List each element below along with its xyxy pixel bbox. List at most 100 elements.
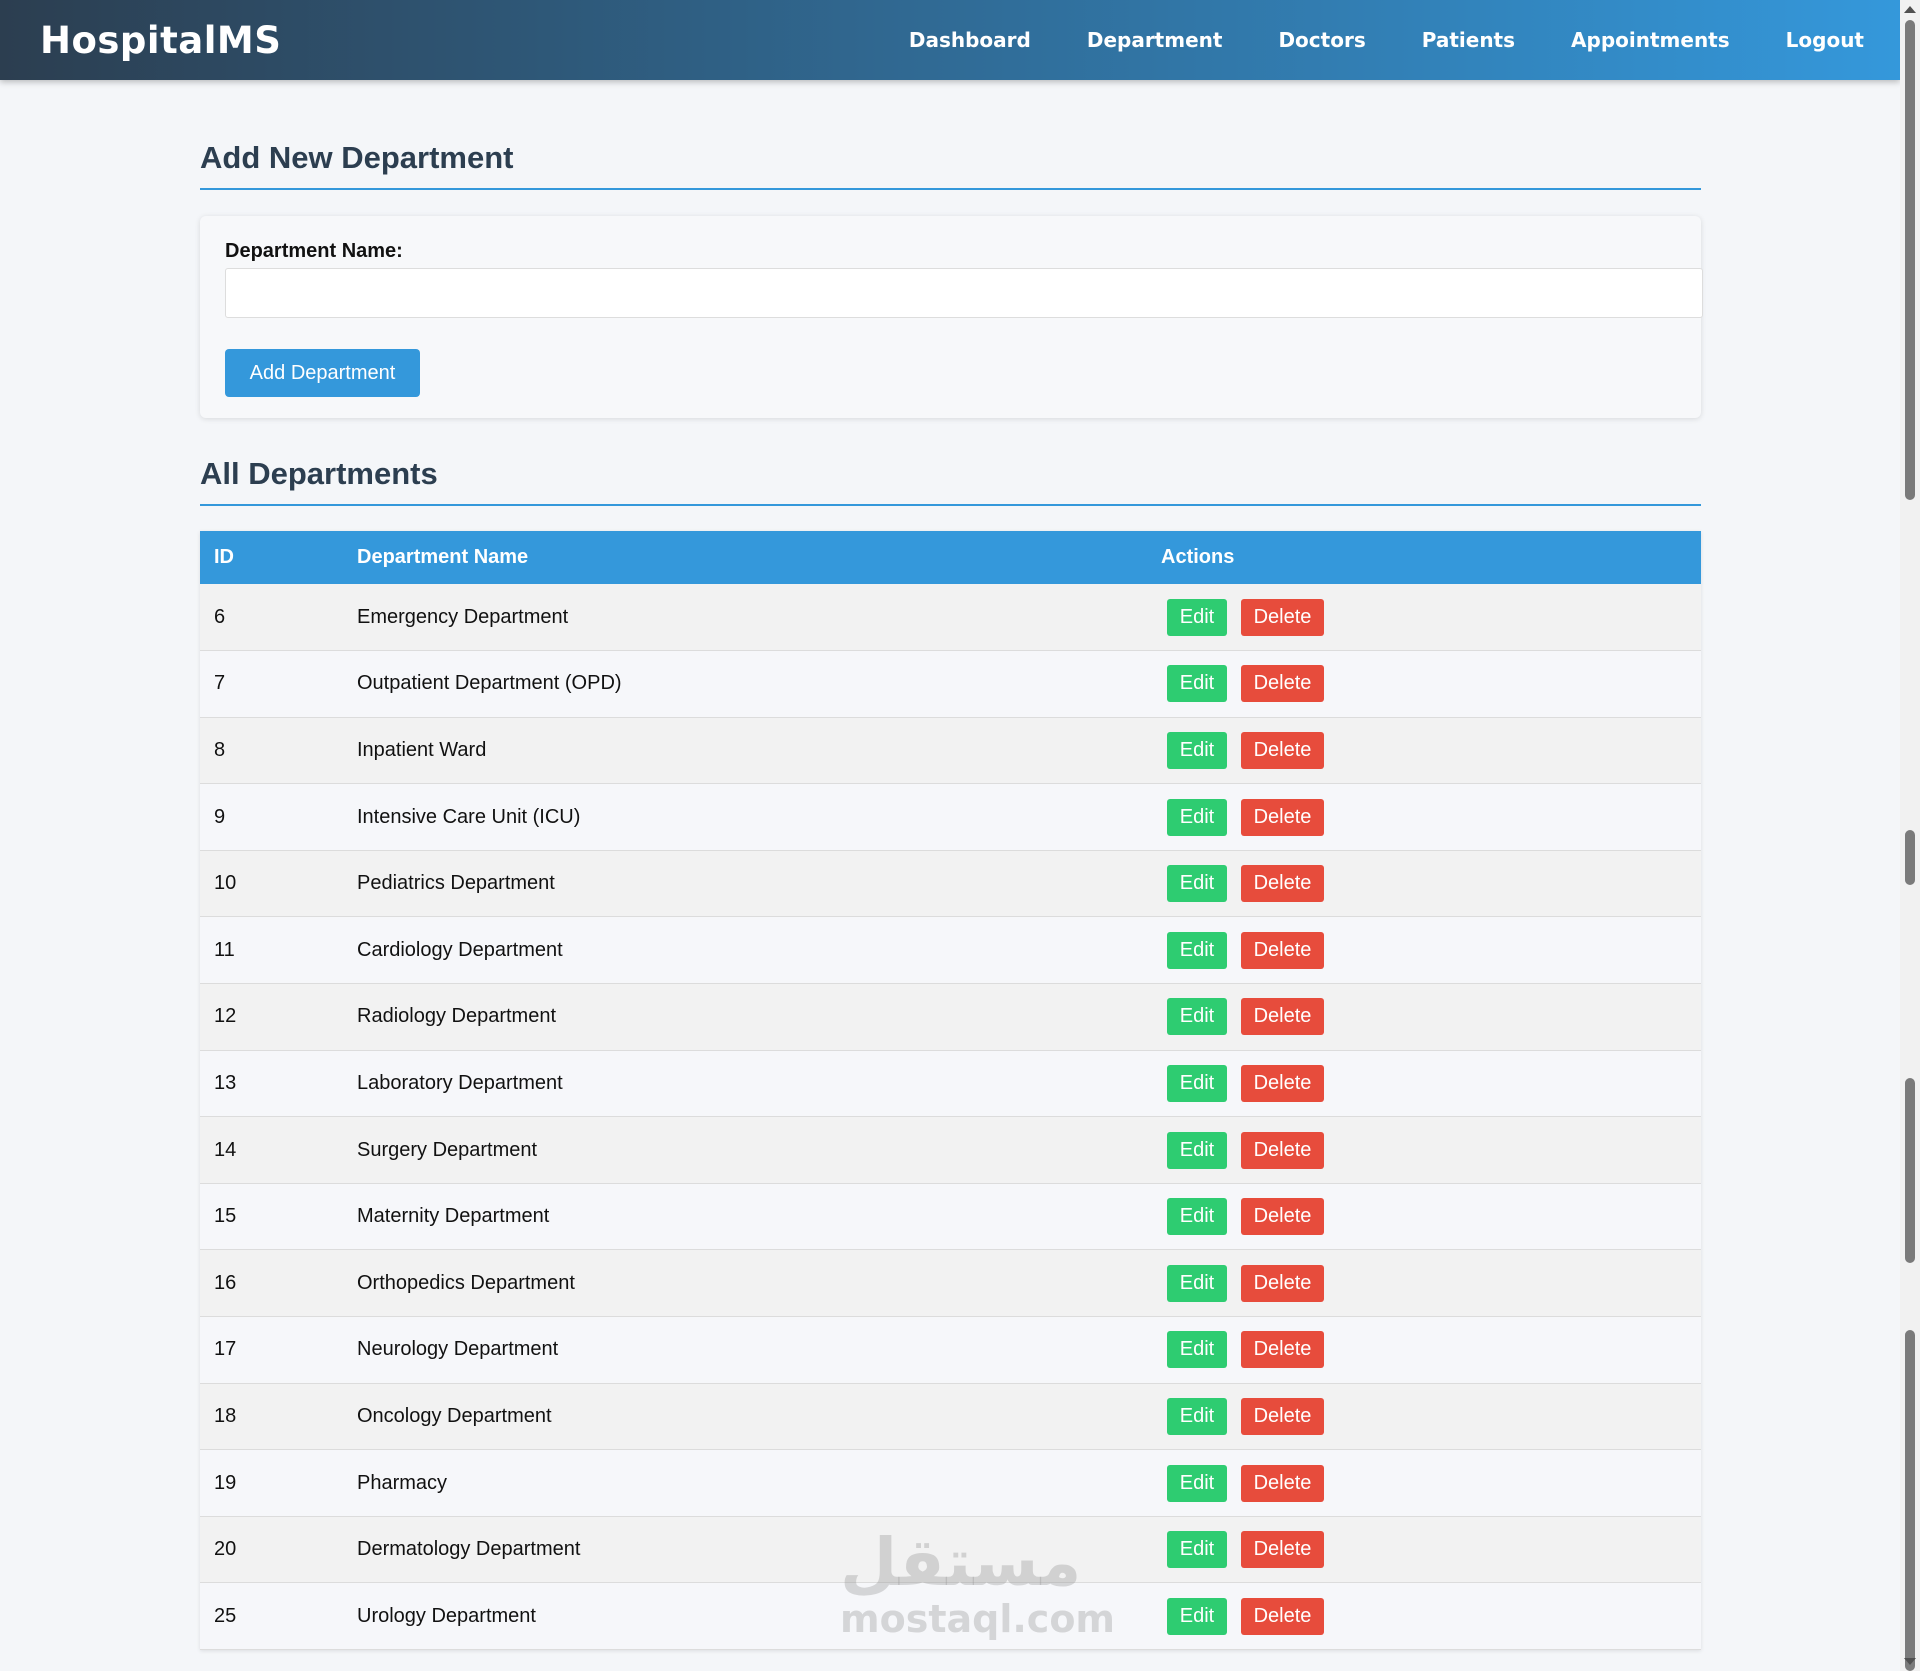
nav-doctors[interactable]: Doctors	[1278, 28, 1365, 52]
department-name-cell: Neurology Department	[357, 1338, 559, 1361]
edit-button[interactable]: Edit	[1167, 865, 1227, 903]
delete-button[interactable]: Delete	[1241, 1331, 1324, 1369]
table-row: 15 Maternity Department Edit Delete	[200, 1183, 1701, 1250]
delete-button[interactable]: Delete	[1241, 1531, 1324, 1569]
add-department-button[interactable]: Add Department	[225, 349, 420, 397]
edit-button[interactable]: Edit	[1167, 1198, 1227, 1236]
table-row: 9 Intensive Care Unit (ICU) Edit Delete	[200, 783, 1701, 851]
actions-cell: Edit Delete	[1147, 1450, 1701, 1517]
department-id-cell: 11	[214, 938, 235, 961]
scroll-up-arrow-icon[interactable]	[1904, 6, 1916, 13]
delete-button[interactable]: Delete	[1241, 798, 1324, 836]
nav-patients[interactable]: Patients	[1422, 28, 1515, 52]
scroll-marker	[1905, 1078, 1915, 1263]
actions-cell: Edit Delete	[1147, 1050, 1701, 1117]
department-id-cell: 12	[214, 1005, 237, 1028]
delete-button[interactable]: Delete	[1241, 731, 1324, 769]
department-name-cell: Surgery Department	[357, 1138, 538, 1161]
top-navbar: HospitalMS Dashboard Department Doctors Pat…	[0, 0, 1900, 80]
department-id-cell: 8	[214, 738, 226, 761]
nav-dashboard[interactable]: Dashboard	[909, 28, 1031, 52]
scroll-marker	[1905, 1330, 1915, 1671]
department-name-cell: Radiology Department	[357, 1005, 556, 1028]
delete-button[interactable]: Delete	[1241, 865, 1324, 903]
delete-button[interactable]: Delete	[1241, 1464, 1324, 1502]
delete-button[interactable]: Delete	[1241, 1264, 1324, 1302]
table-row: 7 Outpatient Department (OPD) Edit Delete	[200, 650, 1701, 718]
table-row: 11 Cardiology Department Edit Delete	[200, 916, 1701, 984]
department-name-cell: Emergency Department	[357, 605, 569, 628]
edit-button[interactable]: Edit	[1167, 1464, 1227, 1502]
edit-button[interactable]: Edit	[1167, 1331, 1227, 1369]
delete-button[interactable]: Delete	[1241, 998, 1324, 1036]
department-id-cell: 9	[214, 805, 226, 828]
column-header-id: ID	[214, 546, 234, 568]
department-name-cell: Pharmacy	[357, 1471, 448, 1494]
scroll-thumb[interactable]	[1905, 20, 1915, 500]
edit-button[interactable]: Edit	[1167, 1597, 1227, 1635]
department-name-cell: Urology Department	[357, 1604, 536, 1627]
actions-cell: Edit Delete	[1147, 784, 1701, 851]
edit-button[interactable]: Edit	[1167, 1264, 1227, 1302]
department-name-cell: Intensive Care Unit (ICU)	[357, 805, 581, 828]
scroll-down-arrow-icon[interactable]	[1904, 1658, 1916, 1665]
edit-button[interactable]: Edit	[1167, 1397, 1227, 1435]
department-name-label: Department Name:	[225, 240, 403, 262]
delete-button[interactable]: Delete	[1241, 1198, 1324, 1236]
actions-cell: Edit Delete	[1147, 1516, 1701, 1583]
table-row: 20 Dermatology Department Edit Delete	[200, 1516, 1701, 1583]
department-id-cell: 14	[214, 1138, 237, 1161]
table-row: 8 Inpatient Ward Edit Delete	[200, 717, 1701, 784]
department-id-cell: 15	[214, 1205, 237, 1228]
edit-button[interactable]: Edit	[1167, 1531, 1227, 1569]
delete-button[interactable]: Delete	[1241, 665, 1324, 703]
add-department-heading: Add New Department	[200, 140, 1701, 190]
nav-department[interactable]: Department	[1087, 28, 1223, 52]
edit-button[interactable]: Edit	[1167, 665, 1227, 703]
column-header-actions: Actions	[1161, 546, 1235, 568]
delete-button[interactable]: Delete	[1241, 931, 1324, 969]
delete-button[interactable]: Delete	[1241, 1064, 1324, 1102]
actions-cell: Edit Delete	[1147, 717, 1701, 784]
actions-cell: Edit Delete	[1147, 1583, 1701, 1650]
edit-button[interactable]: Edit	[1167, 998, 1227, 1036]
edit-button[interactable]: Edit	[1167, 931, 1227, 969]
edit-button[interactable]: Edit	[1167, 1064, 1227, 1102]
edit-button[interactable]: Edit	[1167, 731, 1227, 769]
brand-logo[interactable]: HospitalMS	[40, 19, 281, 62]
all-departments-heading: All Departments	[200, 456, 1701, 506]
table-row: 16 Orthopedics Department Edit Delete	[200, 1249, 1701, 1317]
main-content: Add New Department Department Name: Add …	[200, 80, 1703, 1650]
delete-button[interactable]: Delete	[1241, 1397, 1324, 1435]
delete-button[interactable]: Delete	[1241, 1597, 1324, 1635]
edit-button[interactable]: Edit	[1167, 1131, 1227, 1169]
nav-logout[interactable]: Logout	[1786, 28, 1864, 52]
department-name-input[interactable]	[225, 268, 1703, 318]
department-name-cell: Dermatology Department	[357, 1538, 581, 1561]
actions-cell: Edit Delete	[1147, 584, 1701, 651]
table-row: 13 Laboratory Department Edit Delete	[200, 1050, 1701, 1117]
department-name-cell: Laboratory Department	[357, 1071, 563, 1094]
page-scrollbar[interactable]	[1900, 0, 1920, 1671]
edit-button[interactable]: Edit	[1167, 798, 1227, 836]
edit-button[interactable]: Edit	[1167, 598, 1227, 636]
nav-appointments[interactable]: Appointments	[1571, 28, 1730, 52]
delete-button[interactable]: Delete	[1241, 1131, 1324, 1169]
table-row: 17 Neurology Department Edit Delete	[200, 1316, 1701, 1384]
department-name-cell: Oncology Department	[357, 1404, 552, 1427]
actions-cell: Edit Delete	[1147, 651, 1701, 718]
actions-cell: Edit Delete	[1147, 850, 1701, 917]
departments-table: ID Department Name Actions 6 Emergency De…	[200, 531, 1701, 1650]
actions-cell: Edit Delete	[1147, 1117, 1701, 1184]
department-name-cell: Outpatient Department (OPD)	[357, 672, 622, 695]
table-body: 6 Emergency Department Edit Delete 7 Outpatie…	[200, 584, 1701, 1650]
department-id-cell: 10	[214, 872, 237, 895]
actions-cell: Edit Delete	[1147, 984, 1701, 1051]
department-name-cell: Orthopedics Department	[357, 1271, 575, 1294]
table-row: 6 Emergency Department Edit Delete	[200, 584, 1701, 651]
actions-cell: Edit Delete	[1147, 917, 1701, 984]
nav-links: Dashboard Department Doctors Patients Appoin…	[853, 28, 1864, 52]
table-row: 19 Pharmacy Edit Delete	[200, 1449, 1701, 1517]
delete-button[interactable]: Delete	[1241, 598, 1324, 636]
department-id-cell: 6	[214, 605, 226, 628]
